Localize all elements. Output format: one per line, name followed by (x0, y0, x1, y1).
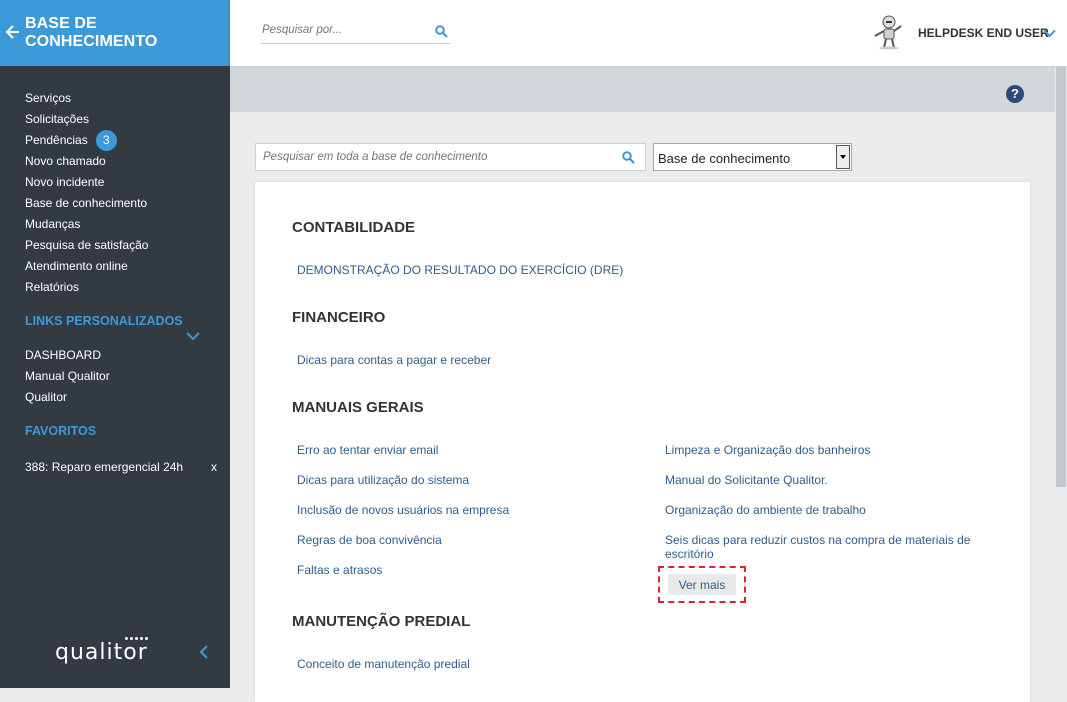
back-arrow-icon[interactable] (5, 24, 20, 42)
username[interactable]: HELPDESK END USER (918, 26, 1049, 40)
article-link[interactable]: Organização do ambiente de trabalho (665, 503, 866, 517)
category-title: CONTABILIDADE (292, 219, 416, 236)
kb-scope-select[interactable]: Base de conhecimento (653, 143, 852, 171)
sidebar-item-atendimento-online[interactable]: Atendimento online (25, 259, 148, 280)
article-link[interactable]: Dicas para utilização do sistema (297, 473, 469, 487)
sidebar-menu: Serviços Solicitações Pendências 3 Novo c… (25, 91, 148, 301)
link-dashboard[interactable]: DASHBOARD (25, 348, 110, 369)
sidebar-item-label: Pesquisa de satisfação (25, 238, 149, 252)
ver-mais-button[interactable]: Ver mais (668, 574, 736, 595)
kb-search-input[interactable] (261, 150, 610, 164)
logo-dots-icon (125, 637, 148, 640)
sidebar-item-base-conhecimento[interactable]: Base de conhecimento (25, 196, 148, 217)
favorite-remove-button[interactable]: x (211, 460, 217, 474)
chevron-down-icon[interactable] (186, 330, 200, 341)
sidebar-item-label: Novo incidente (25, 175, 105, 189)
sidebar-item-servicos[interactable]: Serviços (25, 91, 148, 112)
sidebar-item-label: Serviços (25, 91, 72, 105)
kb-search (255, 143, 646, 171)
link-manual-qualitor[interactable]: Manual Qualitor (25, 369, 110, 390)
sidebar-item-label: Base de conhecimento (25, 196, 148, 210)
links-section-title: LINKS PERSONALIZADOS (25, 314, 183, 328)
custom-links-list: DASHBOARD Manual Qualitor Qualitor (25, 348, 110, 411)
collapse-sidebar-icon[interactable] (199, 645, 209, 659)
category-title: MANUAIS GERAIS (292, 399, 424, 416)
sidebar-item-solicitacoes[interactable]: Solicitações (25, 112, 148, 133)
article-link[interactable]: Conceito de manutenção predial (297, 657, 470, 671)
sidebar: BASE DE CONHECIMENTO Serviços Solicitaçõ… (0, 0, 230, 688)
sidebar-item-label: Pendências (25, 133, 88, 147)
article-link[interactable]: Inclusão de novos usuários na empresa (297, 503, 509, 517)
chevron-down-icon[interactable] (1043, 27, 1056, 41)
sidebar-item-label: Atendimento online (25, 259, 128, 273)
sidebar-item-pendencias[interactable]: Pendências 3 (25, 130, 148, 154)
category-title: FINANCEIRO (292, 309, 386, 326)
sidebar-item-label: Relatórios (25, 280, 80, 294)
favorite-item[interactable]: 388: Reparo emergencial 24h x (25, 460, 217, 474)
scrollbar-thumb[interactable] (1056, 67, 1066, 487)
dropdown-arrow-icon[interactable] (836, 145, 850, 169)
global-search-input[interactable] (260, 24, 427, 36)
article-link[interactable]: Regras de boa convivência (297, 533, 442, 547)
help-icon[interactable]: ? (1006, 85, 1024, 103)
avatar[interactable] (871, 14, 907, 50)
article-link[interactable]: Erro ao tentar enviar email (297, 443, 438, 457)
ver-mais-highlight: Ver mais (658, 566, 746, 603)
favorites-section-title: FAVORITOS (25, 424, 97, 438)
search-icon[interactable] (622, 151, 635, 167)
article-link[interactable]: Seis dicas para reduzir custos na compra… (665, 533, 985, 561)
pendencias-count-badge: 3 (95, 130, 117, 151)
sidebar-item-label: Novo chamado (25, 154, 106, 168)
sidebar-header: BASE DE CONHECIMENTO (0, 0, 230, 66)
sidebar-item-mudancas[interactable]: Mudanças (25, 217, 148, 238)
kb-categories-card: CONTABILIDADE DEMONSTRAÇÃO DO RESULTADO … (255, 182, 1030, 702)
sidebar-item-pesquisa-satisfacao[interactable]: Pesquisa de satisfação (25, 238, 148, 259)
topbar: HELPDESK END USER (230, 0, 1067, 66)
search-icon[interactable] (435, 25, 448, 41)
page-title: BASE DE CONHECIMENTO (25, 15, 158, 50)
article-link[interactable]: Manual do Solicitante Qualitor. (665, 473, 828, 487)
sidebar-item-label: Mudanças (25, 217, 81, 231)
sidebar-item-relatorios[interactable]: Relatórios (25, 280, 148, 301)
kb-scope-value: Base de conhecimento (658, 151, 791, 166)
article-link[interactable]: Limpeza e Organização dos banheiros (665, 443, 870, 457)
article-link[interactable]: Faltas e atrasos (297, 563, 382, 577)
sidebar-item-label: Solicitações (25, 112, 90, 126)
category-title: MANUTENÇÃO PREDIAL (292, 613, 471, 630)
sidebar-item-novo-chamado[interactable]: Novo chamado (25, 154, 148, 175)
sidebar-item-novo-incidente[interactable]: Novo incidente (25, 175, 148, 196)
article-link[interactable]: DEMONSTRAÇÃO DO RESULTADO DO EXERCÍCIO (… (297, 263, 623, 277)
favorite-item-label[interactable]: 388: Reparo emergencial 24h (25, 460, 183, 474)
link-qualitor[interactable]: Qualitor (25, 390, 110, 411)
article-link[interactable]: Dicas para contas a pagar e receber (297, 353, 491, 367)
qualitor-logo: qualitor (55, 640, 148, 665)
page-toolbar: ? (230, 67, 1055, 112)
global-search (260, 22, 450, 44)
